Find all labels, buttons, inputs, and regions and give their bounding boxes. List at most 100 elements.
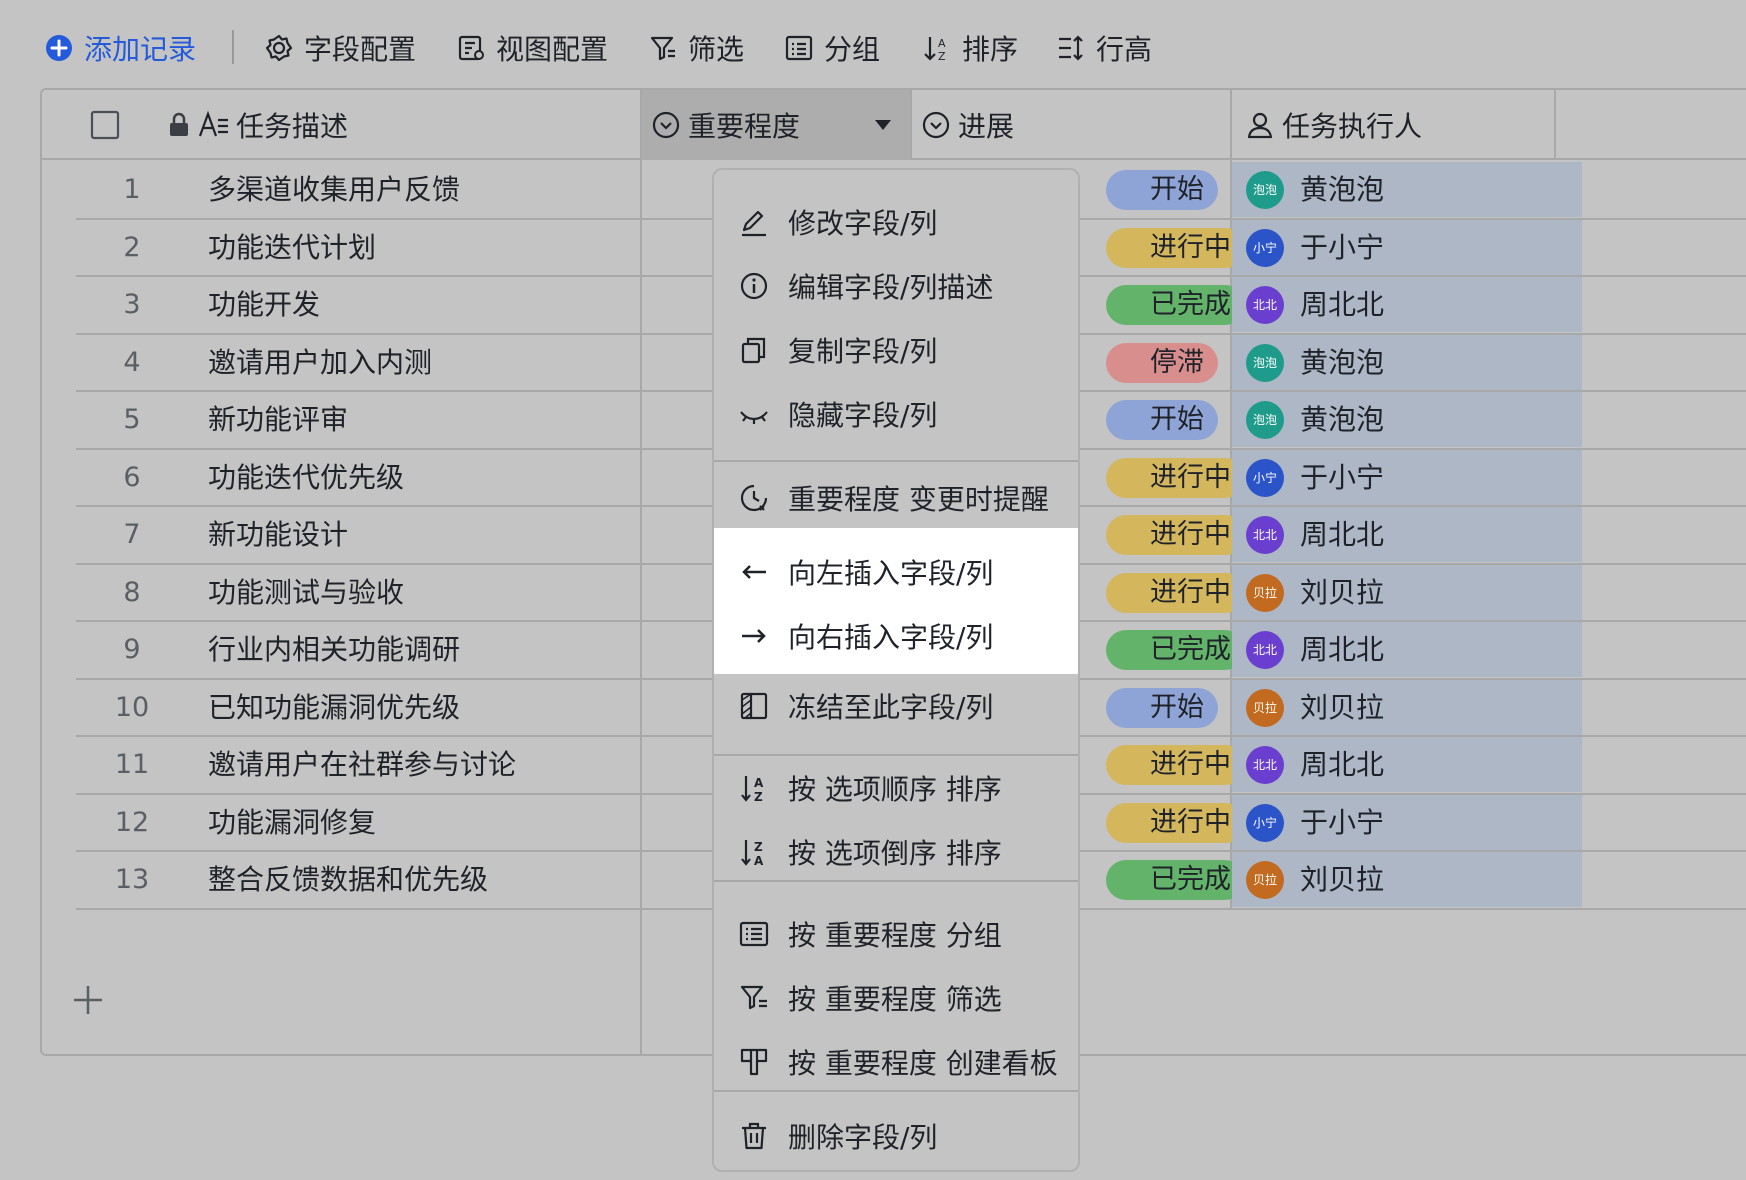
caret-down-icon[interactable]	[874, 119, 892, 131]
progress-tag[interactable]: 开始	[1106, 400, 1218, 440]
view-config-button[interactable]: 视图配置	[456, 26, 608, 70]
freeze-column-icon	[740, 692, 768, 720]
sort-icon: AZ	[924, 37, 946, 63]
column-header-importance[interactable]: 重要程度	[642, 90, 910, 160]
menu-label: 按 选项顺序 排序	[788, 773, 1002, 806]
column-title-importance: 重要程度	[688, 110, 801, 143]
assignee-name: 周北北	[1300, 518, 1385, 551]
progress-tag-label: 已完成	[1150, 289, 1231, 320]
sort-label: 排序	[962, 33, 1019, 66]
task-description-cell[interactable]: 邀请用户加入内测	[208, 335, 432, 390]
assignee-cell[interactable]: 北北 周北北	[1232, 507, 1582, 562]
menu-filter-by[interactable]: 按 重要程度 筛选	[714, 966, 1078, 1030]
assignee-cell[interactable]: 小宁 于小宁	[1232, 219, 1582, 275]
assignee-cell[interactable]: 泡泡 黄泡泡	[1232, 162, 1582, 217]
menu-hide-field[interactable]: 隐藏字段/列	[714, 382, 1078, 446]
progress-tag[interactable]: 已完成	[1106, 630, 1245, 670]
menu-label: 隐藏字段/列	[788, 399, 938, 432]
assignee-cell[interactable]: 小宁 于小宁	[1232, 449, 1582, 505]
progress-tag[interactable]: 开始	[1106, 170, 1218, 210]
add-row-plus-icon[interactable]	[68, 980, 108, 1020]
menu-freeze-field[interactable]: 冻结至此字段/列	[714, 674, 1078, 738]
task-description-cell[interactable]: 新功能设计	[208, 507, 348, 562]
menu-insert-right[interactable]: 向右插入字段/列	[714, 604, 1078, 668]
task-description-cell[interactable]: 功能开发	[208, 277, 320, 332]
sort-button[interactable]: AZ 排序	[922, 26, 1018, 70]
task-description-cell[interactable]: 新功能评审	[208, 392, 348, 447]
progress-tag-label: 进行中	[1150, 461, 1231, 493]
assignee-cell[interactable]: 贝拉 刘贝拉	[1232, 852, 1582, 907]
menu-sort-descending[interactable]: ZA 按 选项倒序 排序	[714, 820, 1078, 884]
menu-label: 按 选项倒序 排序	[788, 837, 1002, 870]
person-icon	[1247, 112, 1273, 139]
progress-tag[interactable]: 已完成	[1106, 285, 1245, 325]
progress-tag-label: 开始	[1150, 174, 1204, 205]
column-header-task-desc[interactable]: 任务描述	[168, 90, 708, 160]
menu-copy-field[interactable]: 复制字段/列	[714, 318, 1078, 382]
progress-tag[interactable]: 进行中	[1106, 515, 1245, 555]
avatar: 小宁	[1246, 458, 1284, 497]
progress-tag[interactable]: 进行中	[1106, 227, 1245, 268]
task-description-cell[interactable]: 功能测试与验收	[208, 565, 404, 620]
row-height-label: 行高	[1096, 33, 1153, 66]
add-record-button[interactable]: 添加记录	[44, 26, 196, 70]
progress-tag[interactable]: 进行中	[1106, 802, 1245, 843]
menu-sort-ascending[interactable]: AZ 按 选项顺序 排序	[714, 756, 1078, 820]
menu-change-reminder[interactable]: 重要程度 变更时提醒	[714, 466, 1078, 530]
info-icon	[740, 272, 768, 300]
filter-icon	[740, 985, 767, 1010]
menu-label: 冻结至此字段/列	[788, 691, 994, 724]
assignee-cell[interactable]: 小宁 于小宁	[1232, 794, 1582, 850]
assignee-cell[interactable]: 泡泡 黄泡泡	[1232, 334, 1582, 390]
menu-group-by[interactable]: 按 重要程度 分组	[714, 902, 1078, 966]
filter-button[interactable]: 筛选	[648, 26, 744, 70]
progress-tag[interactable]: 进行中	[1106, 745, 1245, 785]
column-title-assignee: 任务执行人	[1282, 110, 1423, 143]
row-height-icon	[1059, 35, 1083, 61]
task-description-cell[interactable]: 邀请用户在社群参与讨论	[208, 737, 516, 792]
assignee-cell[interactable]: 北北 周北北	[1232, 277, 1582, 332]
row-height-button[interactable]: 行高	[1056, 26, 1152, 70]
column-header-progress[interactable]: 进展	[922, 90, 1242, 160]
task-description-cell[interactable]: 行业内相关功能调研	[208, 622, 460, 677]
task-description-cell[interactable]: 功能漏洞修复	[208, 795, 376, 850]
select-all-checkbox[interactable]	[90, 90, 130, 160]
progress-tag-label: 进行中	[1150, 519, 1231, 550]
task-description-cell[interactable]: 已知功能漏洞优先级	[208, 680, 460, 735]
progress-tag-label: 开始	[1150, 691, 1204, 723]
filter-icon	[650, 36, 675, 61]
task-description-cell[interactable]: 功能迭代计划	[208, 220, 376, 275]
menu-label: 重要程度 变更时提醒	[788, 483, 1049, 516]
assignee-cell[interactable]: 泡泡 黄泡泡	[1232, 392, 1582, 447]
avatar: 贝拉	[1246, 688, 1284, 727]
menu-delete-field[interactable]: 删除字段/列	[714, 1104, 1078, 1168]
progress-tag[interactable]: 开始	[1106, 687, 1218, 728]
column-divider	[910, 90, 912, 160]
assignee-cell[interactable]: 北北 周北北	[1232, 622, 1582, 677]
assignee-cell[interactable]: 贝拉 刘贝拉	[1232, 679, 1582, 735]
progress-tag-label: 已完成	[1150, 634, 1231, 665]
assignee-cell[interactable]: 贝拉 刘贝拉	[1232, 564, 1582, 620]
assignee-cell[interactable]: 北北 周北北	[1232, 737, 1582, 792]
progress-tag[interactable]: 停滞	[1106, 342, 1218, 383]
grid-header: 任务描述 重要程度 进展 任务执行人	[42, 90, 1746, 160]
menu-label: 向右插入字段/列	[788, 621, 994, 654]
add-record-label: 添加记录	[84, 33, 197, 66]
task-description-cell[interactable]: 功能迭代优先级	[208, 450, 404, 505]
field-config-button[interactable]: 字段配置	[264, 26, 416, 70]
progress-tag[interactable]: 进行中	[1106, 572, 1245, 613]
menu-create-kanban[interactable]: 按 重要程度 创建看板	[714, 1030, 1078, 1094]
task-description-cell[interactable]: 多渠道收集用户反馈	[208, 162, 460, 217]
menu-edit-description[interactable]: 编辑字段/列描述	[714, 254, 1078, 318]
menu-edit-field[interactable]: 修改字段/列	[714, 190, 1078, 254]
avatar: 北北	[1246, 516, 1284, 554]
progress-tag[interactable]: 已完成	[1106, 860, 1245, 900]
task-description-cell[interactable]: 整合反馈数据和优先级	[208, 852, 488, 907]
group-button[interactable]: 分组	[784, 26, 880, 70]
avatar: 北北	[1246, 746, 1284, 784]
view-config-icon	[458, 35, 484, 61]
column-header-assignee[interactable]: 任务执行人	[1246, 90, 1586, 160]
assignee-name: 黄泡泡	[1300, 403, 1385, 436]
menu-insert-left[interactable]: 向左插入字段/列	[714, 540, 1078, 604]
progress-tag[interactable]: 进行中	[1106, 457, 1245, 498]
